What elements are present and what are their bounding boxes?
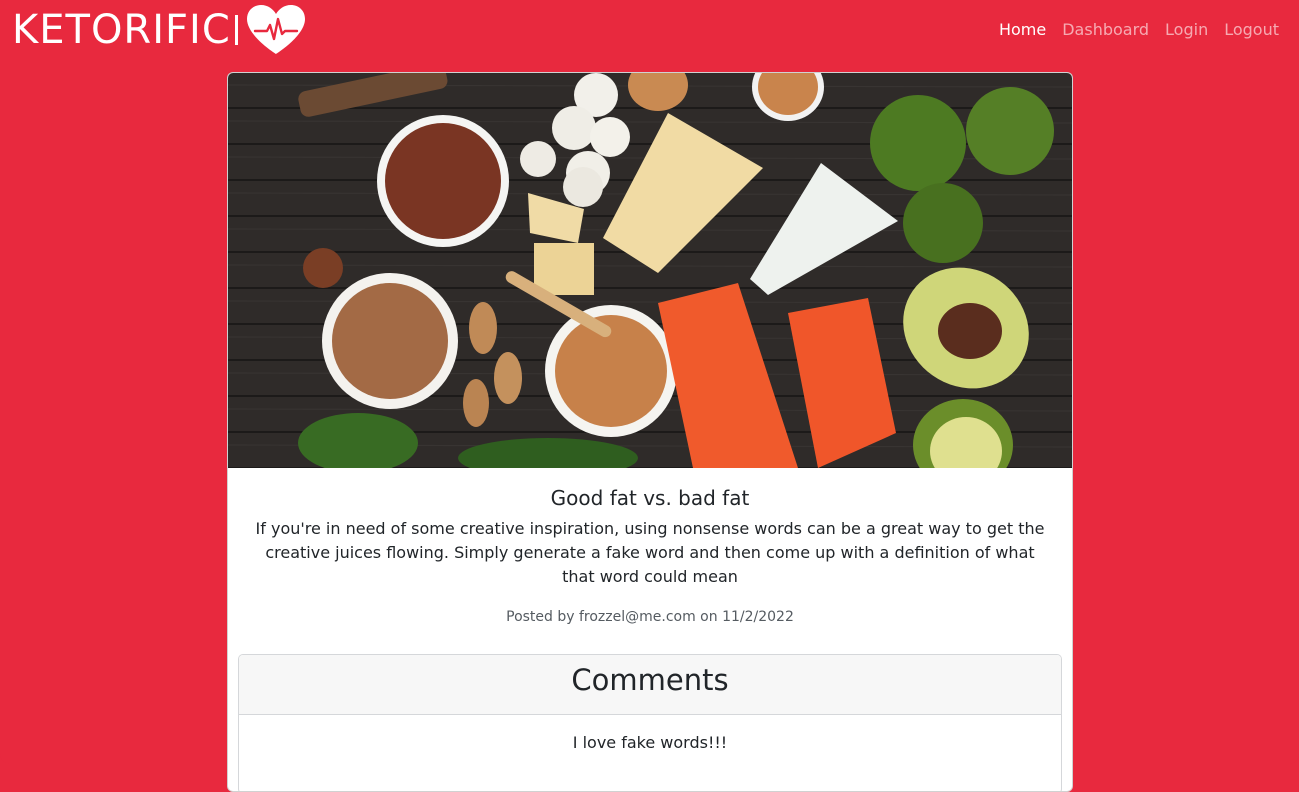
navbar: KETORIFIC Home Dashboard Login Logout [0, 0, 1299, 64]
nav-dashboard[interactable]: Dashboard [1062, 20, 1149, 39]
post-card: Good fat vs. bad fat If you're in need o… [227, 72, 1073, 792]
comment-item: I love fake words!!! [572, 733, 728, 752]
nav-home[interactable]: Home [999, 20, 1046, 39]
comments-panel: Comments I love fake words!!! [238, 654, 1062, 791]
brand-name: KETORIFIC [12, 7, 231, 53]
comments-header: Comments [239, 655, 1061, 715]
brand-logo[interactable]: KETORIFIC [12, 4, 307, 56]
brand-divider [234, 15, 238, 45]
post-meta: Posted by frozzel@me.com on 11/2/2022 [506, 609, 794, 625]
post-image [228, 73, 1072, 468]
post-body: If you're in need of some creative inspi… [255, 519, 1045, 586]
nav-logout[interactable]: Logout [1224, 20, 1279, 39]
post-title: Good fat vs. bad fat [550, 486, 750, 510]
nav-links: Home Dashboard Login Logout [999, 20, 1279, 39]
nav-login[interactable]: Login [1165, 20, 1208, 39]
heart-pulse-icon [246, 5, 305, 54]
app-frame: KETORIFIC Home Dashboard Login Logout Go… [0, 0, 1299, 792]
